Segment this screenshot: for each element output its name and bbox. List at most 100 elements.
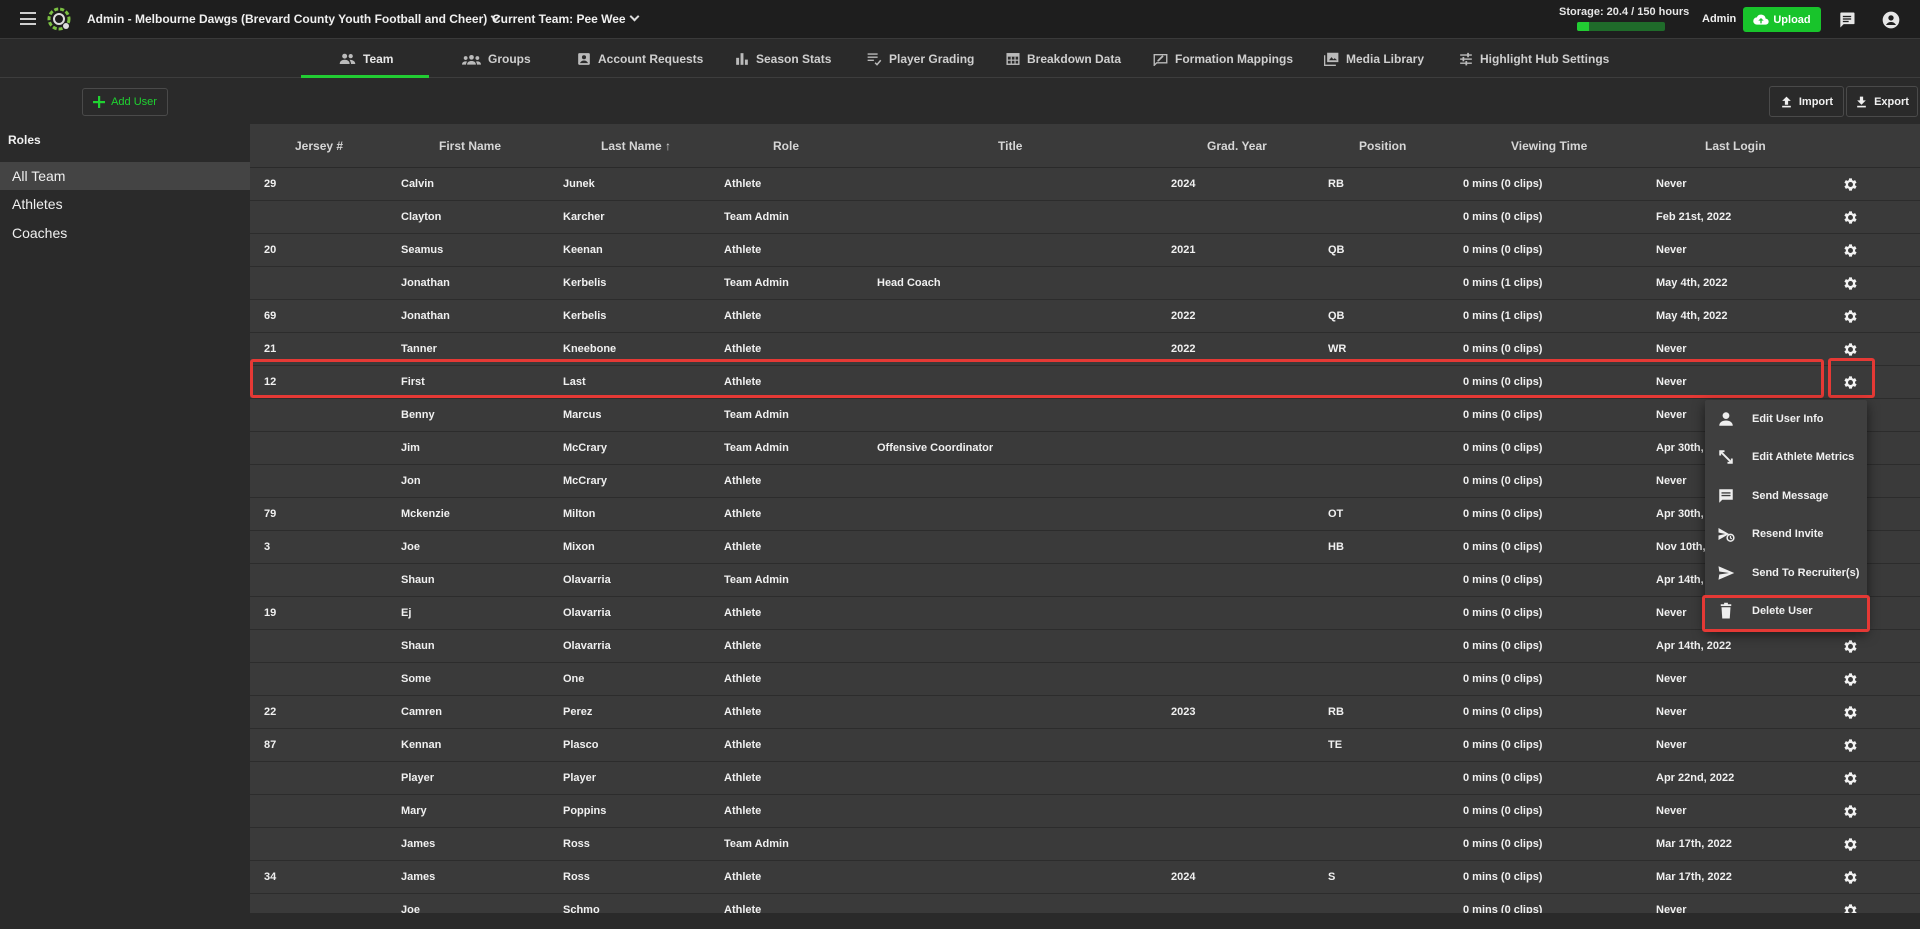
- table-row[interactable]: James Ross Team Admin 0 mins (0 clips) Mar 1…: [250, 828, 1920, 861]
- sidebar-item-athletes[interactable]: Athletes: [0, 190, 250, 218]
- table-row[interactable]: Benny Marcus Team Admin 0 mins (0 clips) Nev…: [250, 399, 1920, 432]
- admin-link[interactable]: Admin: [1702, 13, 1736, 25]
- storage-bar: [1577, 22, 1665, 31]
- cell-role: Team Admin: [724, 277, 789, 289]
- cell-position: HB: [1328, 541, 1344, 553]
- gear-icon[interactable]: [1842, 341, 1859, 358]
- table-row[interactable]: Some One Athlete 0 mins (0 clips) Never: [250, 663, 1920, 696]
- cell-first-name: Joe: [401, 541, 420, 553]
- gear-icon[interactable]: [1842, 242, 1859, 259]
- table-row[interactable]: 34 James Ross Athlete 2024 S 0 mins (0 clips) M…: [250, 861, 1920, 894]
- gear-icon[interactable]: [1842, 176, 1859, 193]
- cell-role: Athlete: [724, 805, 762, 817]
- table-row[interactable]: Mary Poppins Athlete 0 mins (0 clips) Never: [250, 795, 1920, 828]
- tab-groups[interactable]: Groups: [462, 40, 531, 78]
- cell-last-name: Schmo: [563, 904, 600, 913]
- gear-icon[interactable]: [1842, 671, 1859, 688]
- table-row[interactable]: 79 Mckenzie Milton Athlete OT 0 mins (0 clips…: [250, 498, 1920, 531]
- gear-icon[interactable]: [1842, 869, 1859, 886]
- table-row[interactable]: Joe Schmo Athlete 0 mins (0 clips) Never: [250, 894, 1920, 913]
- cell-last-name: McCrary: [563, 475, 608, 487]
- column-header-jersey[interactable]: Jersey #: [295, 124, 343, 168]
- table-row[interactable]: 19 Ej Olavarria Athlete 0 mins (0 clips) Neve…: [250, 597, 1920, 630]
- gear-icon[interactable]: [1842, 308, 1859, 325]
- account-circle-icon[interactable]: [1881, 10, 1901, 30]
- gear-icon[interactable]: [1842, 770, 1859, 787]
- resend-icon: [1718, 528, 1735, 542]
- gear-icon[interactable]: [1842, 275, 1859, 292]
- upload-button[interactable]: Upload: [1743, 7, 1821, 32]
- column-header-role[interactable]: Role: [773, 124, 799, 168]
- hamburger-menu-icon[interactable]: [20, 12, 36, 25]
- tab-formation-mappings[interactable]: Formation Mappings: [1153, 40, 1293, 78]
- column-header-viewing-time[interactable]: Viewing Time: [1511, 124, 1587, 168]
- cell-first-name: Jim: [401, 442, 420, 454]
- column-header-grad-year[interactable]: Grad. Year: [1207, 124, 1267, 168]
- export-button[interactable]: Export: [1846, 86, 1918, 117]
- tab-media-library[interactable]: Media Library: [1324, 40, 1424, 78]
- menu-item-send-message[interactable]: Send Message: [1705, 477, 1867, 515]
- cell-role: Team Admin: [724, 574, 789, 586]
- table-row[interactable]: Jim McCrary Team Admin Offensive Coordinato…: [250, 432, 1920, 465]
- gear-icon[interactable]: [1842, 836, 1859, 853]
- tab-highlight-hub-settings[interactable]: Highlight Hub Settings: [1459, 40, 1609, 78]
- chat-icon[interactable]: [1837, 10, 1857, 30]
- gear-icon[interactable]: [1842, 704, 1859, 721]
- sidebar-item-all-team[interactable]: All Team: [0, 162, 250, 190]
- table-header: Jersey # First Name Last Name ↑ Role Tit…: [250, 124, 1920, 168]
- table-row[interactable]: Jonathan Kerbelis Team Admin Head Coach 0 mi…: [250, 267, 1920, 300]
- table-row[interactable]: Jon McCrary Athlete 0 mins (0 clips) Never: [250, 465, 1920, 498]
- team-select[interactable]: Current Team: Pee Wee: [492, 11, 640, 26]
- table-row[interactable]: 12 First Last Athlete 0 mins (0 clips) Never: [250, 366, 1920, 399]
- column-header-last-name[interactable]: Last Name ↑: [601, 124, 671, 168]
- table-row[interactable]: 21 Tanner Kneebone Athlete 2022 WR 0 mins (0 c…: [250, 333, 1920, 366]
- gear-icon[interactable]: [1842, 803, 1859, 820]
- menu-item-send-to-recruiters[interactable]: Send To Recruiter(s): [1705, 554, 1867, 592]
- table-row[interactable]: 3 Joe Mixon Athlete HB 0 mins (0 clips) Nov 10…: [250, 531, 1920, 564]
- table-row[interactable]: Clayton Karcher Team Admin 0 mins (0 clips)…: [250, 201, 1920, 234]
- tab-breakdown-data[interactable]: Breakdown Data: [1006, 40, 1121, 78]
- tab-player-grading[interactable]: Player Grading: [867, 40, 974, 78]
- menu-item-delete-user[interactable]: Delete User: [1705, 592, 1867, 630]
- person-icon: [1719, 412, 1733, 426]
- cell-first-name: Tanner: [401, 343, 437, 355]
- tab-team[interactable]: Team: [339, 40, 393, 78]
- table-row[interactable]: 69 Jonathan Kerbelis Athlete 2022 QB 0 mins (1…: [250, 300, 1920, 333]
- table-row[interactable]: 87 Kennan Plasco Athlete TE 0 mins (0 clips) N…: [250, 729, 1920, 762]
- table-row[interactable]: 29 Calvin Junek Athlete 2024 RB 0 mins (0 clip…: [250, 168, 1920, 201]
- menu-item-edit-athlete-metrics[interactable]: Edit Athlete Metrics: [1705, 438, 1867, 476]
- table-row[interactable]: Player Player Athlete 0 mins (0 clips) Apr 2…: [250, 762, 1920, 795]
- cell-jersey: 69: [264, 310, 277, 322]
- cell-grad-year: 2022: [1171, 310, 1196, 322]
- cell-first-name: Mckenzie: [401, 508, 450, 520]
- table-row[interactable]: 20 Seamus Keenan Athlete 2021 QB 0 mins (0 cli…: [250, 234, 1920, 267]
- tab-season-stats[interactable]: Season Stats: [735, 40, 831, 78]
- app-logo-icon[interactable]: [46, 6, 72, 32]
- gear-icon[interactable]: [1842, 638, 1859, 655]
- column-header-title[interactable]: Title: [998, 124, 1022, 168]
- add-user-button[interactable]: Add User: [82, 88, 168, 116]
- column-header-last-login[interactable]: Last Login: [1705, 124, 1766, 168]
- table-row[interactable]: Shaun Olavarria Athlete 0 mins (0 clips) Apr…: [250, 630, 1920, 663]
- cell-last-name: One: [563, 673, 585, 685]
- menu-item-resend-invite[interactable]: Resend Invite: [1705, 515, 1867, 553]
- gear-icon[interactable]: [1842, 902, 1859, 913]
- import-button[interactable]: Import: [1769, 86, 1844, 117]
- cell-last-login: May 4th, 2022: [1656, 277, 1728, 289]
- table-row[interactable]: 22 Camren Perez Athlete 2023 RB 0 mins (0 clip…: [250, 696, 1920, 729]
- organization-select[interactable]: Admin - Melbourne Dawgs (Brevard County …: [87, 11, 501, 26]
- column-header-first-name[interactable]: First Name: [439, 124, 501, 168]
- sidebar-item-coaches[interactable]: Coaches: [0, 219, 250, 247]
- table-row[interactable]: Shaun Olavarria Team Admin 0 mins (0 clips)…: [250, 564, 1920, 597]
- column-header-position[interactable]: Position: [1359, 124, 1406, 168]
- gear-icon[interactable]: [1842, 209, 1859, 226]
- tab-account-requests[interactable]: Account Requests: [577, 40, 703, 78]
- cell-first-name: Jonathan: [401, 277, 450, 289]
- cell-role: Athlete: [724, 739, 762, 751]
- gear-icon[interactable]: [1842, 737, 1859, 754]
- cell-last-login: Mar 17th, 2022: [1656, 838, 1732, 850]
- gear-icon[interactable]: [1842, 374, 1859, 391]
- cell-jersey: 22: [264, 706, 277, 718]
- cell-position: OT: [1328, 508, 1344, 520]
- menu-item-edit-user-info[interactable]: Edit User Info: [1705, 400, 1867, 438]
